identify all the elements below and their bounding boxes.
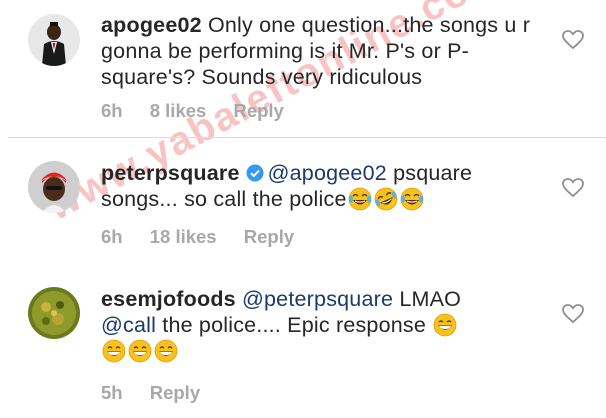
grin-emoji-icon [154,339,178,363]
reply-button[interactable]: Reply [233,100,283,121]
grin-emoji-icon [128,339,152,363]
comment-text: esemjofoods @peterpsquare LMAO @call the… [101,286,544,364]
grin-emoji-icon [433,313,457,337]
comment-username[interactable]: apogee02 [101,13,202,37]
joy-emoji-icon [399,187,424,211]
avatar-food-icon [28,287,80,339]
comment-username[interactable]: peterpsquare [101,161,240,185]
mention-link[interactable]: @call [101,313,156,337]
avatar-red-cap-icon [28,161,80,213]
reply-button[interactable]: Reply [244,226,294,247]
mention-link[interactable]: @peterpsquare [242,287,393,311]
mention-link[interactable]: @apogee02 [268,161,387,185]
avatar[interactable] [28,14,80,66]
verified-badge-icon [246,164,264,182]
heart-icon[interactable] [562,304,584,324]
comment-meta: 5h Reply [101,382,222,404]
heart-icon[interactable] [562,178,584,198]
comment-text: apogee02 Only one question...the songs u… [101,12,544,90]
joy-emoji-icon [347,187,372,211]
comment-likes[interactable]: 8 likes [150,100,207,121]
avatar[interactable] [28,161,80,213]
rofl-emoji-icon [370,183,401,215]
divider [8,137,606,138]
reply-button[interactable]: Reply [150,382,200,403]
avatar[interactable] [28,287,80,339]
comment-body: the police.... Epic response [156,313,433,337]
comment-time: 5h [101,382,123,403]
avatar-man-suit-icon [28,14,80,66]
comment-likes[interactable]: 18 likes [150,226,217,247]
comment-body: LMAO [393,287,462,311]
comment-meta: 6h 18 likes Reply [101,226,316,248]
comment-username[interactable]: esemjofoods [101,287,236,311]
comment-time: 6h [101,100,123,121]
comment-meta: 6h 8 likes Reply [101,100,306,122]
heart-icon[interactable] [562,30,584,50]
comment-time: 6h [101,226,123,247]
grin-emoji-icon [102,339,126,363]
comment-text: peterpsquare @apogee02 psquare songs... s… [101,160,544,215]
